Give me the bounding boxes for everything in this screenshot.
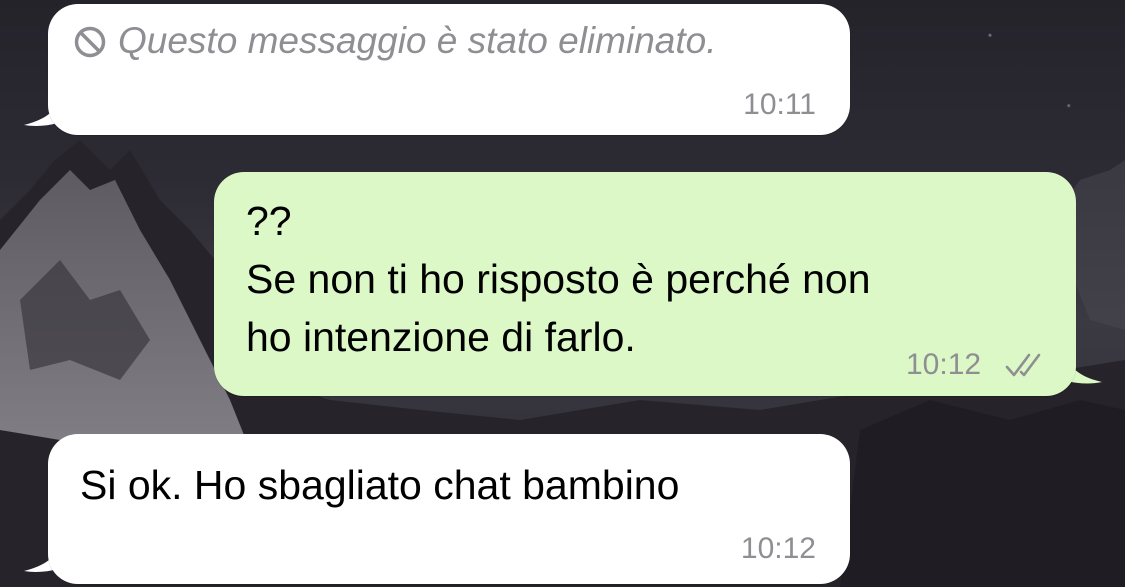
message-time: 10:11 — [743, 88, 816, 121]
message-text: ?? Se non ti ho risposto è perché non ho… — [246, 192, 871, 366]
prohibited-icon — [74, 26, 106, 58]
deleted-message-text: Questo messaggio è stato eliminato. — [118, 20, 717, 61]
double-check-icon — [1004, 350, 1048, 380]
message-line: ho intenzione di farlo. — [246, 314, 636, 360]
message-line: ?? — [246, 198, 292, 244]
message-line: Se non ti ho risposto è perché non — [246, 256, 871, 302]
message-time: 10:12 — [906, 348, 982, 381]
message-bubble-outgoing[interactable]: ?? Se non ti ho risposto è perché non ho… — [214, 172, 1076, 396]
message-bubble-deleted[interactable]: Questo messaggio è stato eliminato. 10:1… — [48, 4, 850, 135]
message-bubble-incoming[interactable]: Si ok. Ho sbagliato chat bambino 10:12 — [48, 434, 850, 584]
message-text: Si ok. Ho sbagliato chat bambino — [80, 462, 680, 508]
message-time: 10:12 — [740, 532, 816, 565]
